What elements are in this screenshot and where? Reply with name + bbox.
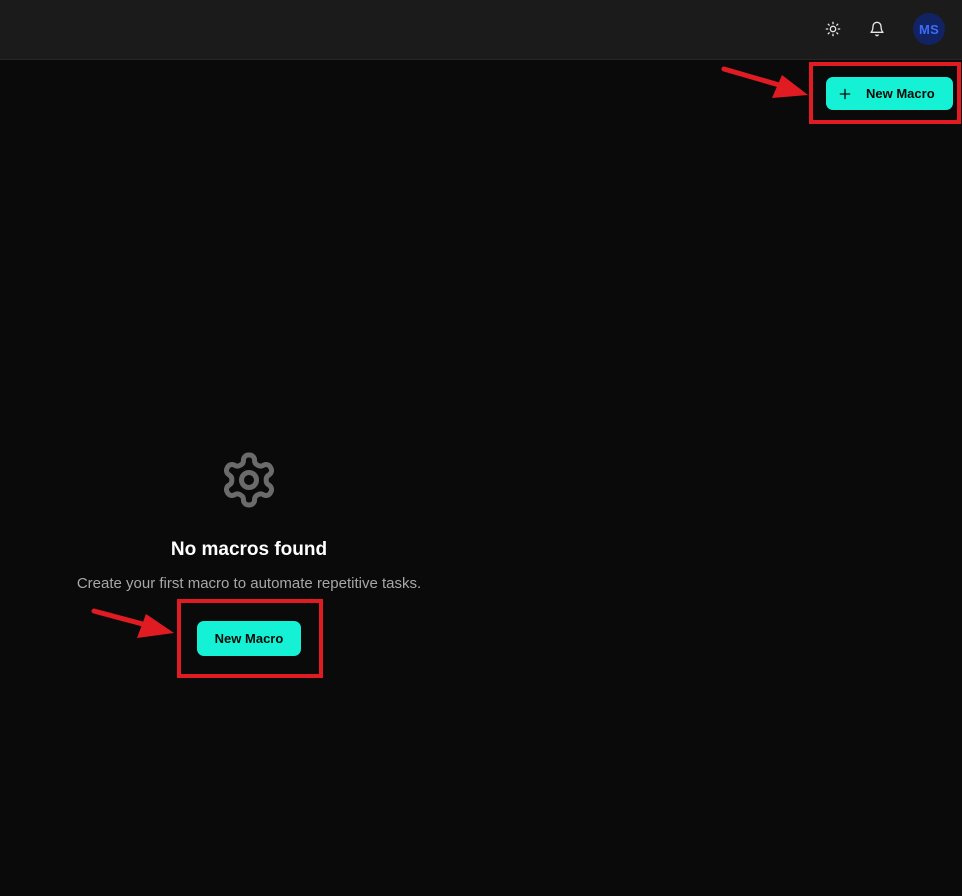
user-avatar[interactable]: MS <box>913 13 945 45</box>
top-bar: MS <box>0 0 962 60</box>
annotation-arrow-empty-state <box>91 608 174 638</box>
annotation-arrow-top <box>721 66 808 98</box>
annotation-box-empty-state <box>177 599 323 678</box>
gear-icon <box>219 450 279 510</box>
sun-icon <box>825 21 841 37</box>
bell-icon <box>869 21 885 37</box>
annotation-box-top <box>809 62 961 124</box>
app-root: MS New Macro No macros found Create your… <box>0 0 962 896</box>
theme-toggle-button[interactable] <box>818 14 848 44</box>
empty-state-description: Create your first macro to automate repe… <box>76 575 422 592</box>
notifications-button[interactable] <box>862 14 892 44</box>
avatar-initials: MS <box>919 21 939 37</box>
empty-state-title: No macros found <box>170 539 328 560</box>
